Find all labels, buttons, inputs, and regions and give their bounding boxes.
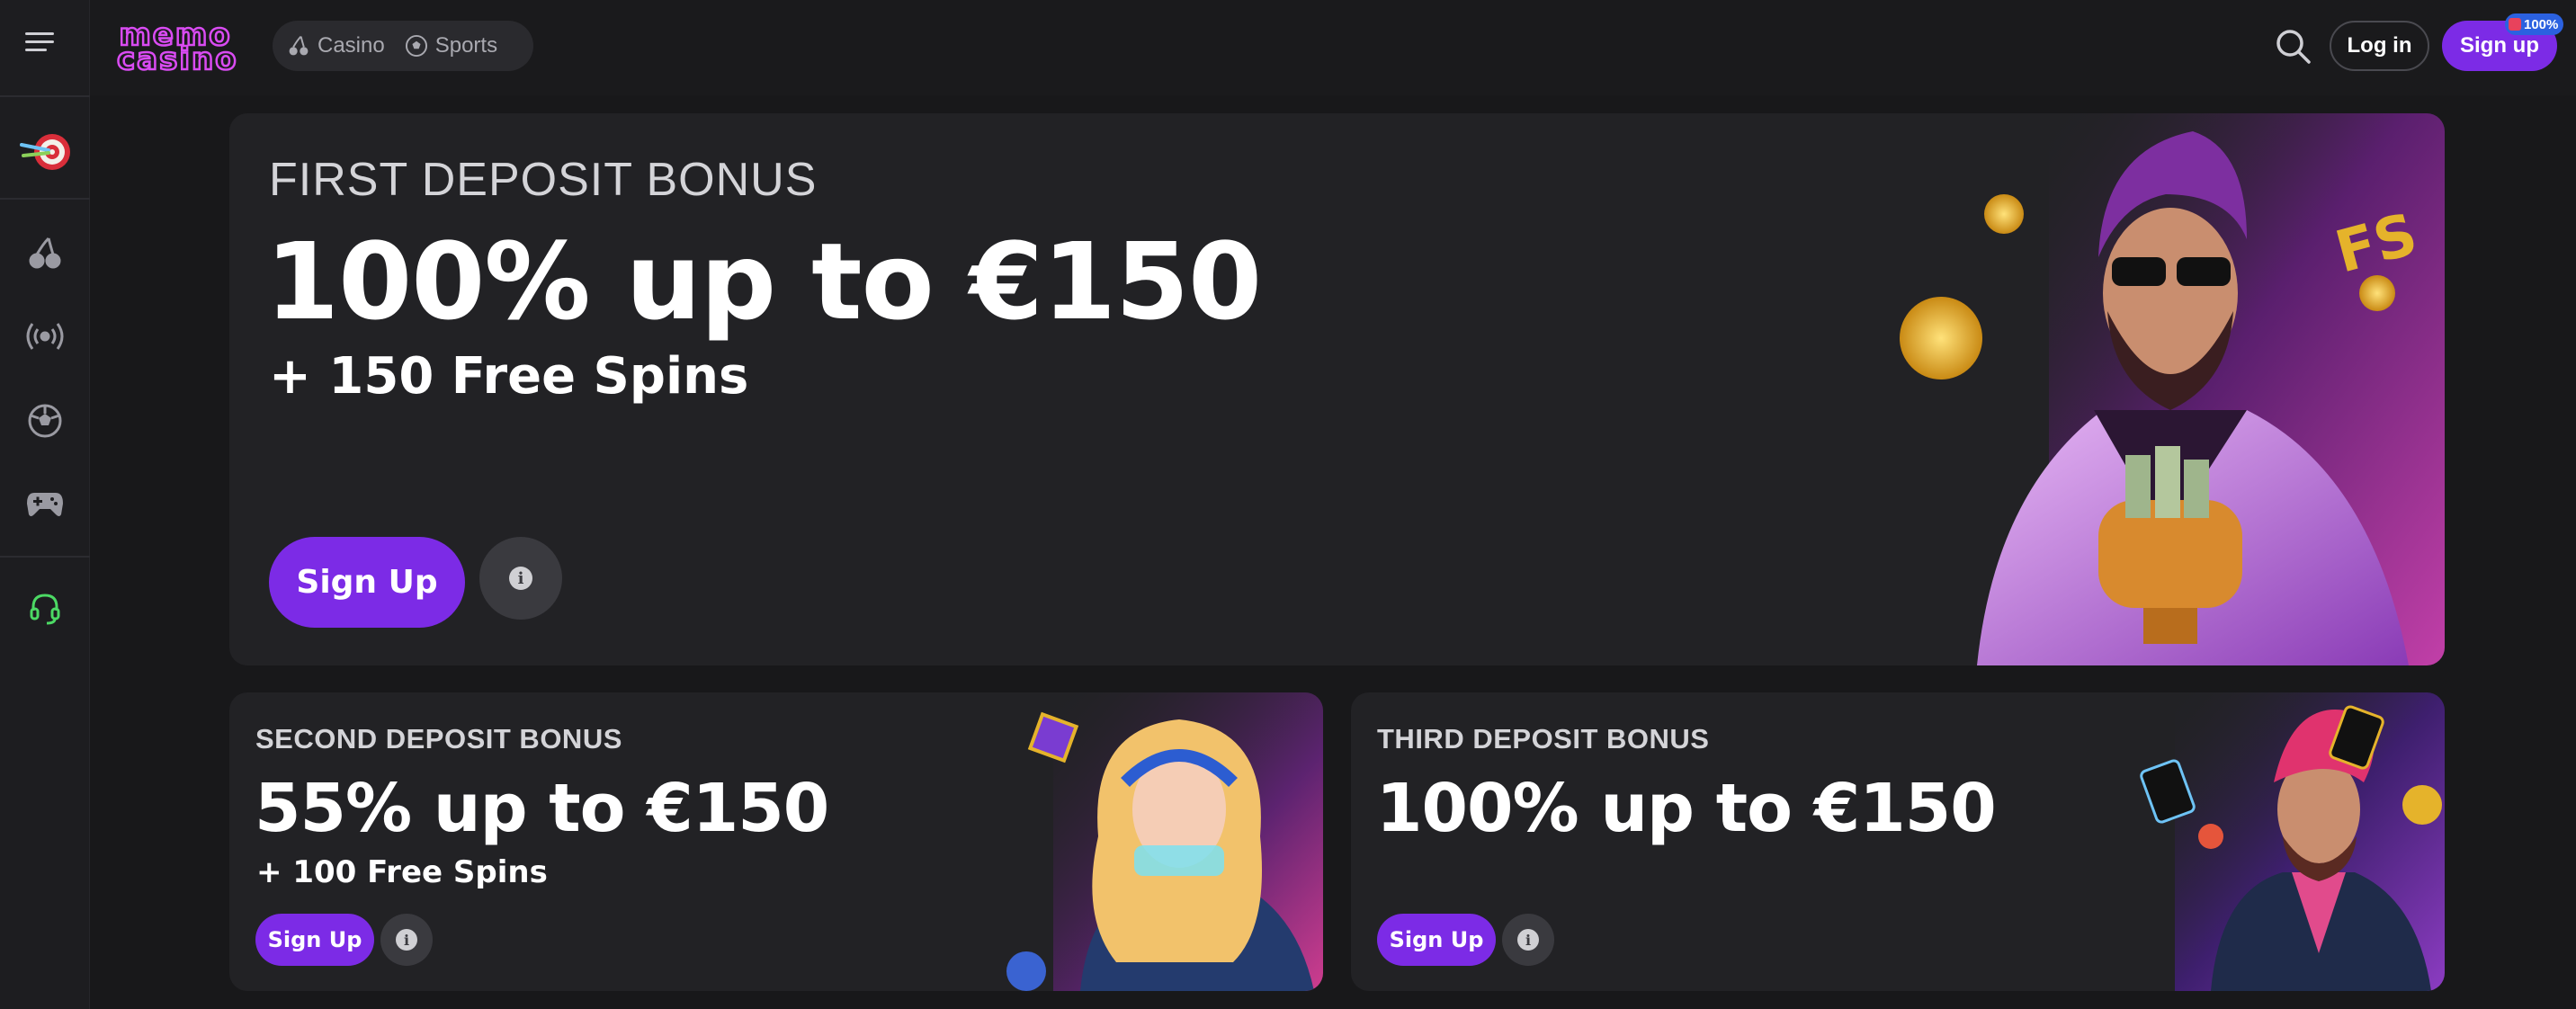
bonus-title: THIRD DEPOSIT BONUS (1377, 723, 1710, 755)
third-deposit-card: THIRD DEPOSIT BONUS 100% up to €150 Sign… (1351, 692, 2445, 991)
football-icon (405, 34, 427, 58)
signup-bonus-badge: 100% (2505, 13, 2564, 35)
cherries-icon (289, 35, 309, 56)
second-deposit-card: SECOND DEPOSIT BONUS 55% up to €150 + 10… (229, 692, 1323, 991)
badge-label: 100% (2524, 16, 2559, 32)
bonus-headline: 55% up to €150 (255, 770, 829, 847)
football-icon[interactable] (16, 392, 74, 450)
nav-casino-label: Casino (318, 33, 385, 58)
promo-character-illustration (2140, 692, 2445, 991)
bonus-headline: 100% up to €150 (1376, 770, 1997, 847)
gamepad-icon[interactable] (16, 475, 74, 532)
sidebar (0, 0, 90, 1009)
nav-sports-label: Sports (434, 33, 498, 58)
sidebar-divider (0, 198, 90, 200)
support-icon[interactable] (16, 580, 74, 638)
search-icon[interactable] (2274, 27, 2312, 65)
first-deposit-card: FS FIRST DEPOSIT BONUS 100% up to €150 +… (229, 113, 2445, 665)
bonus-free-spins: + 100 Free Spins (256, 854, 548, 890)
info-icon: i (509, 567, 532, 590)
info-icon: i (1517, 929, 1539, 951)
nav-sports[interactable]: Sports (405, 33, 497, 58)
bonus-free-spins: + 150 Free Spins (269, 347, 749, 406)
bonus-info-button[interactable]: i (1502, 914, 1554, 966)
signup-cta-button[interactable]: Sign Up (1377, 914, 1496, 966)
bonus-title: FIRST DEPOSIT BONUS (269, 154, 818, 206)
sidebar-divider (0, 95, 90, 97)
logo[interactable]: memo casino (116, 19, 238, 77)
bonus-headline: 100% up to €150 (265, 219, 1262, 344)
nav-casino[interactable]: Casino (287, 33, 385, 58)
menu-icon[interactable] (25, 30, 54, 53)
logo-line2: casino (116, 41, 238, 77)
signup-cta-button[interactable]: Sign Up (255, 914, 374, 966)
promo-character-illustration (1006, 692, 1323, 991)
sidebar-divider (0, 556, 90, 558)
bonus-info-button[interactable]: i (479, 537, 562, 620)
nav-switch: Casino Sports (273, 21, 533, 71)
cherries-icon[interactable] (16, 224, 74, 281)
bonus-title: SECOND DEPOSIT BONUS (255, 723, 622, 755)
info-icon: i (396, 929, 417, 951)
bonus-info-button[interactable]: i (380, 914, 433, 966)
signup-cta-button[interactable]: Sign Up (269, 537, 465, 628)
login-button[interactable]: Log in (2330, 21, 2429, 71)
live-icon[interactable] (16, 308, 74, 365)
darts-icon[interactable] (16, 121, 74, 179)
gift-icon (2509, 18, 2521, 31)
promo-character-illustration: FS (1900, 113, 2445, 665)
